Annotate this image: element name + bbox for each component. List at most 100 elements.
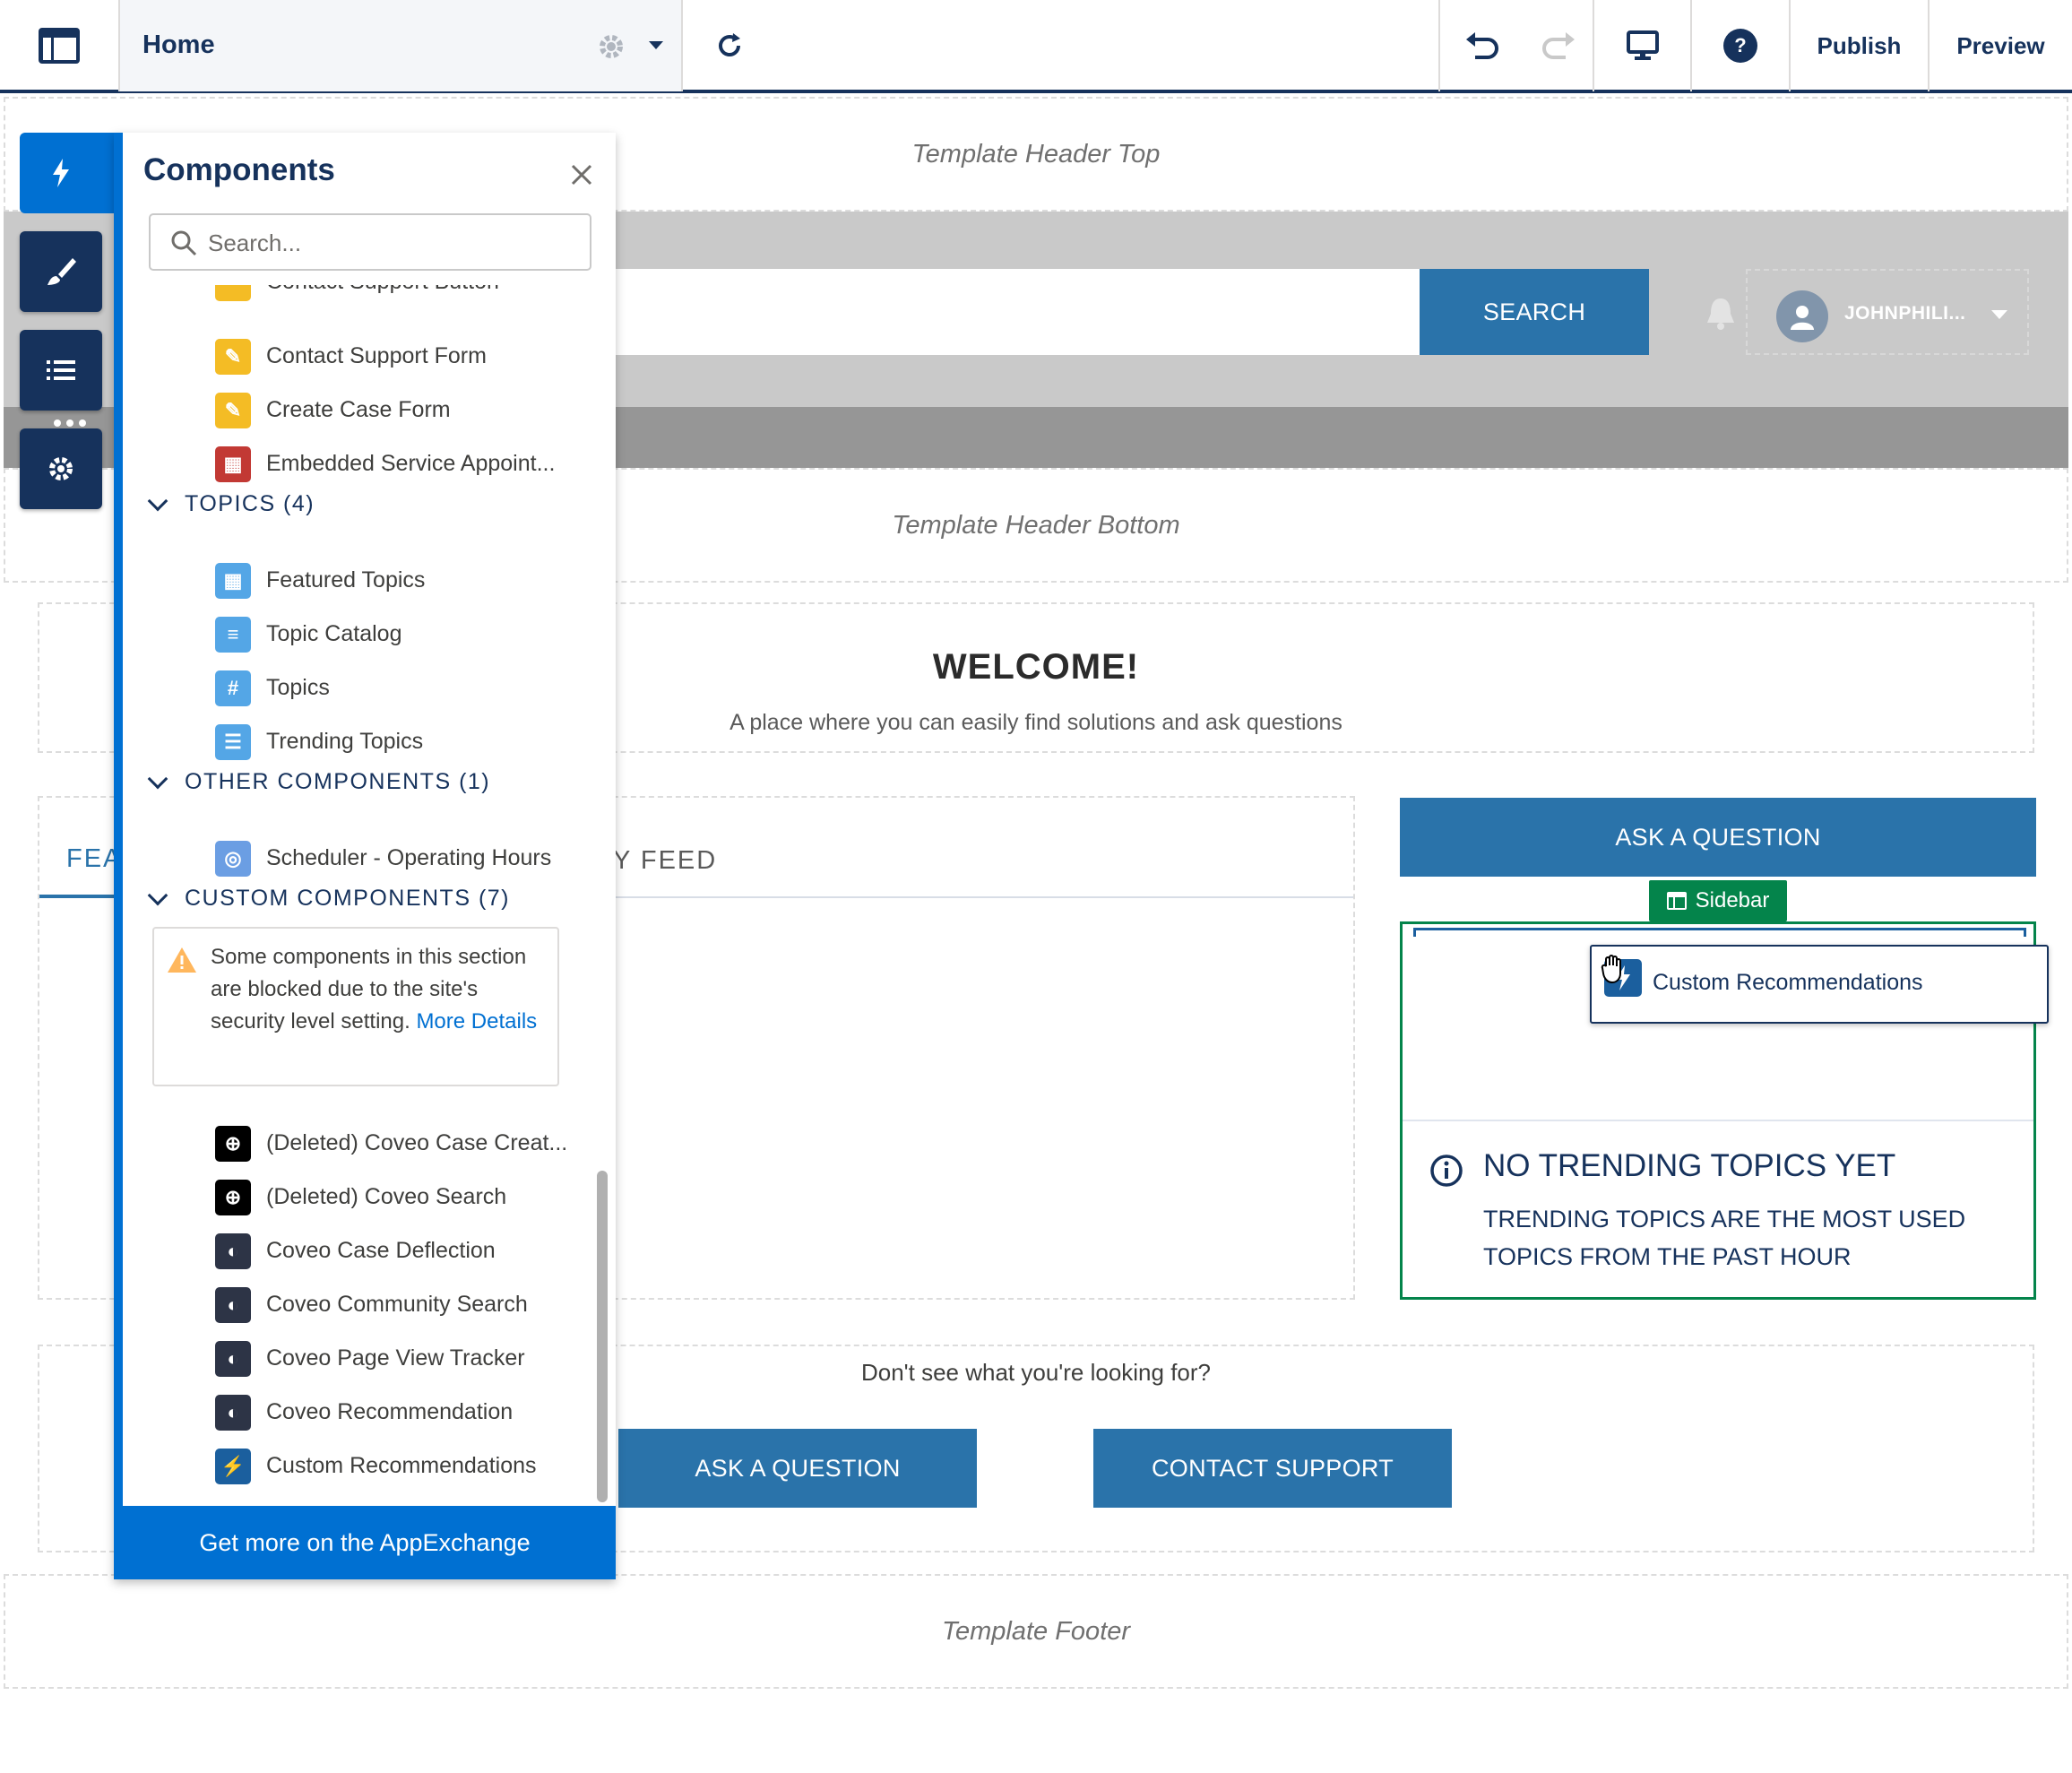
device-preview-button[interactable] bbox=[1593, 0, 1690, 91]
refresh-icon bbox=[719, 33, 740, 56]
undo-icon bbox=[1466, 32, 1498, 59]
page-structure-tool-button[interactable] bbox=[20, 330, 102, 411]
user-icon bbox=[1791, 306, 1814, 330]
redo-button[interactable] bbox=[1524, 0, 1593, 91]
component-list-item[interactable]: ◎ Scheduler - Operating Hours bbox=[206, 837, 583, 880]
brush-icon bbox=[47, 258, 76, 285]
component-list-item-label: Contact Support Form bbox=[266, 343, 487, 368]
partial-list-item[interactable]: Contact Support Button bbox=[123, 283, 616, 305]
partial-item-icon bbox=[215, 283, 251, 301]
ask-question-top-button[interactable]: ASK A QUESTION bbox=[1400, 798, 2036, 877]
preview-button[interactable]: Preview bbox=[1928, 0, 2072, 91]
coveo-deleted-icon: ⊕ bbox=[215, 1180, 251, 1215]
drop-indicator bbox=[1413, 928, 2026, 930]
gear-icon bbox=[49, 457, 73, 480]
form-icon: ✎ bbox=[215, 339, 251, 375]
sidebar-region-tag[interactable]: Sidebar bbox=[1649, 880, 1787, 921]
scrollbar-track[interactable] bbox=[597, 1171, 608, 1502]
component-list-item[interactable]: ◐ Coveo Community Search bbox=[206, 1284, 583, 1327]
security-warning: Some components in this section are bloc… bbox=[152, 927, 559, 1086]
publish-label: Publish bbox=[1817, 31, 1902, 59]
component-list-item[interactable]: ✎ Contact Support Form bbox=[206, 335, 583, 378]
no-trending-desc-1: TRENDING TOPICS ARE THE MOST USED bbox=[1483, 1206, 1966, 1232]
components-search-input[interactable]: Search... bbox=[149, 213, 591, 271]
help-icon: ? bbox=[1723, 29, 1757, 63]
component-list-item-label: Topics bbox=[266, 675, 330, 700]
tab-feed-label[interactable]: Y FEED bbox=[613, 846, 717, 876]
component-list-item-label: Featured Topics bbox=[266, 567, 426, 592]
chevron-down-icon bbox=[147, 885, 168, 905]
page-selector[interactable]: Home bbox=[120, 0, 683, 91]
warning-icon bbox=[168, 947, 196, 973]
component-list-item[interactable]: ▦ Embedded Service Appoint... bbox=[206, 443, 583, 486]
close-icon[interactable] bbox=[570, 163, 593, 186]
component-list-item-label: Scheduler - Operating Hours bbox=[266, 845, 552, 870]
header-search-input[interactable] bbox=[574, 269, 1420, 355]
search-button-label: SEARCH bbox=[1482, 298, 1586, 325]
coveo-deleted-icon: ⊕ bbox=[215, 1126, 251, 1162]
help-icon-glyph: ? bbox=[1734, 34, 1747, 56]
undo-button[interactable] bbox=[1438, 0, 1524, 91]
component-list-item-label: Custom Recommendations bbox=[266, 1453, 537, 1478]
scheduler-icon: ◎ bbox=[215, 841, 251, 877]
section-other-label: OTHER COMPONENTS (1) bbox=[185, 769, 491, 794]
ask-question-bottom-button[interactable]: ASK A QUESTION bbox=[618, 1429, 977, 1508]
header-search-button[interactable]: SEARCH bbox=[1420, 269, 1649, 355]
drop-indicator-right-tick bbox=[2024, 928, 2026, 937]
drag-ghost-label: Custom Recommendations bbox=[1653, 970, 1923, 995]
gear-icon[interactable] bbox=[595, 30, 627, 63]
publish-button[interactable]: Publish bbox=[1789, 0, 1928, 91]
component-list-item[interactable]: ⊕ (Deleted) Coveo Search bbox=[206, 1176, 583, 1219]
component-list-item-label: Coveo Page View Tracker bbox=[266, 1345, 525, 1371]
coveo-icon: ◐ bbox=[215, 1395, 251, 1431]
more-dot-2 bbox=[66, 419, 73, 427]
component-list-item[interactable]: ✎ Create Case Form bbox=[206, 389, 583, 432]
component-list-item[interactable]: ⚡ Custom Recommendations bbox=[206, 1445, 583, 1488]
component-list-item[interactable]: # Topics bbox=[206, 667, 583, 710]
search-placeholder: Search... bbox=[208, 229, 302, 256]
component-list-item[interactable]: ☰ Trending Topics bbox=[206, 721, 583, 764]
refresh-button[interactable] bbox=[683, 0, 776, 91]
chevron-down-icon bbox=[147, 490, 168, 511]
section-topics-header[interactable]: TOPICS (4) bbox=[147, 490, 315, 517]
contact-support-label: CONTACT SUPPORT bbox=[1151, 1454, 1394, 1482]
user-menu[interactable]: JOHNPHILI... bbox=[1746, 269, 2029, 355]
component-list-item-label: Coveo Community Search bbox=[266, 1292, 528, 1317]
appexchange-label: Get more on the AppExchange bbox=[199, 1528, 531, 1556]
component-list-item[interactable]: ⊕ (Deleted) Coveo Case Creat... bbox=[206, 1122, 583, 1165]
component-list-item[interactable]: ≡ Topic Catalog bbox=[206, 613, 583, 656]
component-list-item-label: Embedded Service Appoint... bbox=[266, 451, 556, 476]
component-list-item[interactable]: ▦ Featured Topics bbox=[206, 559, 583, 602]
theme-tool-button[interactable] bbox=[20, 231, 102, 312]
grab-hand-icon bbox=[1601, 955, 1621, 984]
component-list-item[interactable]: ◐ Coveo Page View Tracker bbox=[206, 1337, 583, 1380]
chevron-down-icon[interactable] bbox=[649, 41, 663, 50]
section-custom-header[interactable]: CUSTOM COMPONENTS (7) bbox=[147, 885, 510, 912]
template-footer-region[interactable]: Template Footer bbox=[4, 1574, 2068, 1689]
more-details-link[interactable]: More Details bbox=[416, 1009, 537, 1034]
more-dot-3 bbox=[79, 419, 86, 427]
no-trending-title: NO TRENDING TOPICS YET bbox=[1483, 1148, 1896, 1183]
settings-tool-button[interactable] bbox=[20, 428, 102, 509]
layout-icon-button[interactable] bbox=[0, 0, 120, 91]
chevron-down-icon bbox=[147, 768, 168, 789]
help-button[interactable]: ? bbox=[1690, 0, 1789, 91]
components-tool-button[interactable] bbox=[20, 133, 102, 213]
component-list-item[interactable]: ◐ Coveo Recommendation bbox=[206, 1391, 583, 1434]
ask-question-top-label: ASK A QUESTION bbox=[1615, 823, 1821, 851]
sidebar-layout-icon bbox=[1666, 892, 1687, 910]
username: JOHNPHILI... bbox=[1844, 303, 1966, 324]
bell-icon[interactable] bbox=[1705, 296, 1737, 332]
components-panel-title: Components bbox=[143, 152, 335, 187]
layout-icon bbox=[39, 28, 80, 64]
desktop-icon bbox=[1626, 30, 1659, 60]
drag-ghost[interactable]: Custom Recommendations bbox=[1590, 945, 2049, 1024]
coveo-icon: ◐ bbox=[215, 1233, 251, 1269]
section-other-header[interactable]: OTHER COMPONENTS (1) bbox=[147, 768, 491, 795]
contact-support-button[interactable]: CONTACT SUPPORT bbox=[1093, 1429, 1452, 1508]
section-topics-label: TOPICS (4) bbox=[185, 491, 315, 516]
component-list-item[interactable]: ◐ Coveo Case Deflection bbox=[206, 1230, 583, 1273]
avatar bbox=[1776, 290, 1828, 342]
redo-icon bbox=[1542, 32, 1575, 59]
appexchange-button[interactable]: Get more on the AppExchange bbox=[114, 1506, 616, 1579]
